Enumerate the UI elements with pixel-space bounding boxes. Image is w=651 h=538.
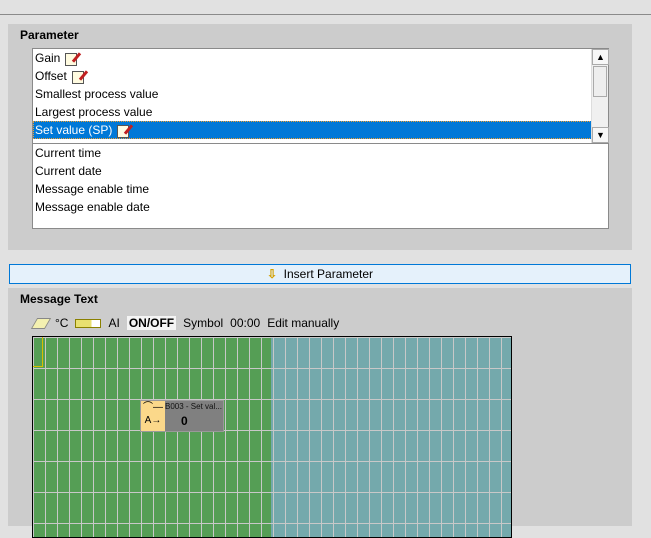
list-item[interactable]: Message enable time	[33, 180, 608, 198]
item-label: Smallest process value	[35, 87, 159, 101]
message-toolbar: °C AI ON/OFF Symbol 00:00 Edit manually	[30, 316, 339, 330]
scroll-down-icon[interactable]: ▼	[592, 127, 609, 143]
text-cursor	[42, 337, 43, 367]
text-cursor-base	[33, 366, 43, 367]
list-item[interactable]: Message enable date	[33, 198, 608, 216]
bar-icon[interactable]	[75, 318, 102, 328]
list-item-offset[interactable]: Offset	[33, 67, 608, 85]
scroll-up-icon[interactable]: ▲	[592, 49, 609, 65]
symbol-button[interactable]: Symbol	[183, 316, 223, 330]
scrollbar[interactable]: ▲ ▼	[591, 49, 609, 143]
insert-parameter-button[interactable]: ⇩ Insert Parameter	[9, 264, 631, 284]
parameter-list-2[interactable]: Current time Current date Message enable…	[32, 143, 609, 229]
edit-manually-button[interactable]: Edit manually	[267, 316, 339, 330]
list-item[interactable]: Current date	[33, 162, 608, 180]
parameter-panel: Parameter Gain Offset Smallest process v…	[8, 24, 632, 250]
edit-icon	[64, 51, 80, 66]
item-label: Set value (SP)	[35, 123, 113, 137]
unit-button[interactable]: °C	[55, 316, 68, 330]
onoff-button[interactable]: ON/OFF	[126, 316, 177, 330]
edit-icon	[71, 69, 87, 84]
parameter-title: Parameter	[20, 28, 79, 42]
scroll-thumb[interactable]	[593, 66, 607, 97]
list-item[interactable]: Current time	[33, 144, 608, 162]
message-editor-grid[interactable]: ⌒— A→ B003 - Set val... 0	[32, 336, 512, 538]
ai-button[interactable]: AI	[108, 316, 119, 330]
list-item-set-value[interactable]: Set value (SP)	[33, 121, 592, 139]
list-item-gain[interactable]: Gain	[33, 49, 608, 67]
parameter-tag[interactable]: ⌒— A→ B003 - Set val... 0	[140, 400, 224, 432]
divider	[0, 14, 651, 15]
list-item-largest[interactable]: Largest process value	[33, 103, 608, 121]
analog-block-icon: ⌒— A→	[141, 401, 165, 431]
message-title: Message Text	[20, 292, 98, 306]
arrow-down-icon: ⇩	[266, 267, 277, 281]
item-label: Offset	[35, 69, 67, 83]
list-item-smallest[interactable]: Smallest process value	[33, 85, 608, 103]
edit-icon	[116, 123, 132, 138]
tag-value: 0	[181, 414, 188, 428]
eraser-icon[interactable]	[30, 317, 52, 329]
parameter-list[interactable]: Gain Offset Smallest process value Large…	[32, 48, 609, 144]
item-label: Gain	[35, 51, 61, 65]
tag-label: B003 - Set val...	[165, 402, 222, 411]
item-label: Largest process value	[35, 105, 153, 119]
button-label: Insert Parameter	[283, 267, 374, 281]
time-button[interactable]: 00:00	[230, 316, 260, 330]
